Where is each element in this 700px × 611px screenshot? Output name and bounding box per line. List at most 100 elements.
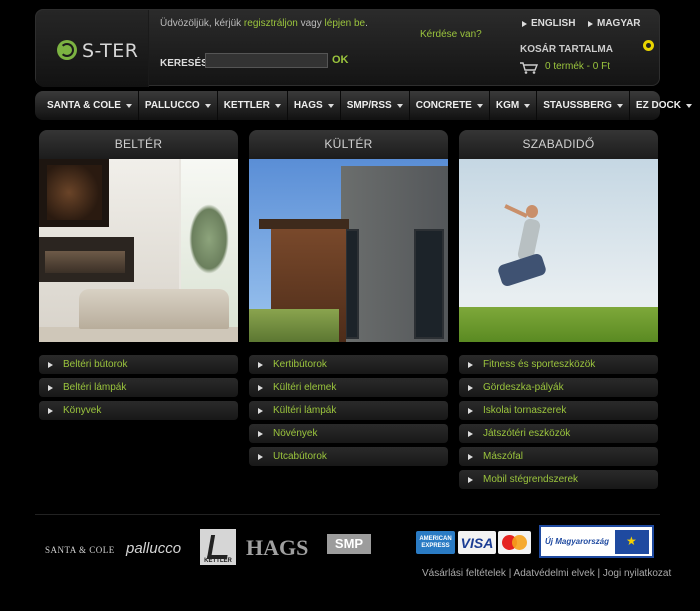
menu-item[interactable]: Játszótéri eszközök xyxy=(459,424,658,443)
brand-logo-smp[interactable]: SMP xyxy=(327,534,371,554)
nav-item-label: CONCRETE xyxy=(415,100,472,111)
register-link[interactable]: regisztráljon xyxy=(244,18,298,29)
cart-summary[interactable]: 0 termék - 0 Ft xyxy=(545,61,610,72)
category-leisure: SZABADIDŐ Fitness és sporteszközök Görde… xyxy=(459,130,658,489)
nav-item-kettler[interactable]: KETTLER xyxy=(218,91,288,120)
menu-item[interactable]: Könyvek xyxy=(39,401,238,420)
leisure-image[interactable] xyxy=(459,159,658,342)
brand-navigation: SANTA & COLE PALLUCCO KETTLER HAGS SMP/R… xyxy=(35,91,692,120)
logo-icon xyxy=(57,40,77,60)
category-title[interactable]: SZABADIDŐ xyxy=(459,130,658,159)
chevron-down-icon xyxy=(685,103,692,108)
arrow-right-icon xyxy=(258,361,263,368)
search-button[interactable]: OK xyxy=(332,54,349,66)
image-artwork xyxy=(39,159,109,227)
nav-item-concrete[interactable]: CONCRETE xyxy=(410,91,490,120)
image-pergola xyxy=(259,219,349,229)
menu-item[interactable]: Kültéri lámpák xyxy=(249,401,448,420)
nav-item-santa-cole[interactable]: SANTA & COLE xyxy=(41,91,139,120)
menu-item[interactable]: Beltéri bútorok xyxy=(39,355,238,374)
category-menu: Kertibútorok Kültéri elemek Kültéri lámp… xyxy=(249,355,448,470)
menu-item[interactable]: Kültéri elemek xyxy=(249,378,448,397)
nav-item-label: EZ DOCK xyxy=(635,100,681,111)
brand-logo-kettler-label: KETTLER xyxy=(204,558,232,564)
menu-item[interactable]: Fitness és sporteszközök xyxy=(459,355,658,374)
language-hungarian[interactable]: MAGYAR xyxy=(588,18,641,29)
image-head xyxy=(526,205,538,218)
cart-status-icon xyxy=(643,40,654,51)
menu-item[interactable]: Iskolai tornaszerek xyxy=(459,401,658,420)
menu-item[interactable]: Utcabútorok xyxy=(249,447,448,466)
menu-item-label: Gördeszka-pályák xyxy=(483,382,564,393)
nav-item-label: HAGS xyxy=(293,100,323,111)
menu-item-label: Beltéri lámpák xyxy=(63,382,127,393)
arrow-right-icon xyxy=(468,361,473,368)
eu-flag-icon xyxy=(615,530,649,554)
search-input[interactable] xyxy=(205,53,328,68)
arrow-right-icon xyxy=(48,407,53,414)
indoor-image[interactable] xyxy=(39,159,238,342)
nav-item-label: SANTA & COLE xyxy=(47,100,121,111)
chevron-down-icon xyxy=(616,103,623,108)
site-header: S-TER Üdvözöljük, kérjük regisztráljon v… xyxy=(35,9,660,87)
menu-item[interactable]: Gördeszka-pályák xyxy=(459,378,658,397)
category-outdoor: KÜLTÉR Kertibútorok Kültéri elemek Külté… xyxy=(249,130,448,466)
brand-logo-pallucco[interactable]: pallucco xyxy=(126,540,181,557)
nav-item-staussberg[interactable]: STAUSSBERG xyxy=(537,91,630,120)
arrow-right-icon xyxy=(48,361,53,368)
uj-magyarorszag-badge[interactable]: Új Magyarország xyxy=(539,525,654,558)
image-arm xyxy=(504,204,528,218)
menu-item-label: Iskolai tornaszerek xyxy=(483,405,567,416)
menu-item[interactable]: Beltéri lámpák xyxy=(39,378,238,397)
chevron-down-icon xyxy=(524,103,531,108)
menu-item-label: Kültéri lámpák xyxy=(273,405,337,416)
brand-logo-hags[interactable]: HAGS xyxy=(246,535,308,561)
logo[interactable]: S-TER xyxy=(36,10,149,87)
menu-item-label: Kertibútorok xyxy=(273,359,327,370)
nav-item-smp-rss[interactable]: SMP/RSS xyxy=(341,91,410,120)
language-hungarian-label: MAGYAR xyxy=(597,18,641,29)
welcome-suffix: . xyxy=(365,18,368,29)
menu-item-label: Mászófal xyxy=(483,451,524,462)
nav-item-label: KGM xyxy=(495,100,520,111)
image-legs xyxy=(496,252,548,288)
menu-item-label: Könyvek xyxy=(63,405,102,416)
brand-logo-santa-cole[interactable]: SANTA & COLE xyxy=(45,545,115,555)
nav-item-label: STAUSSBERG xyxy=(543,100,612,111)
legal-link[interactable]: Jogi nyilatkozat xyxy=(603,568,671,579)
nav-item-hags[interactable]: HAGS xyxy=(288,91,341,120)
menu-item-label: Beltéri bútorok xyxy=(63,359,128,370)
welcome-prefix: Üdvözöljük, kérjük xyxy=(160,18,244,29)
language-english[interactable]: ENGLISH xyxy=(522,18,575,29)
login-link[interactable]: lépjen be xyxy=(325,18,366,29)
nav-item-kgm[interactable]: KGM xyxy=(490,91,538,120)
menu-item[interactable]: Mobil stégrendszerek xyxy=(459,470,658,489)
mastercard-yellow-circle xyxy=(512,535,527,550)
privacy-link[interactable]: Adatvédelmi elvek xyxy=(514,568,595,579)
menu-item[interactable]: Növények xyxy=(249,424,448,443)
welcome-mid: vagy xyxy=(297,18,325,29)
nav-item-pallucco[interactable]: PALLUCCO xyxy=(139,91,218,120)
cart-icon[interactable] xyxy=(520,62,538,74)
nav-item-ez-dock[interactable]: EZ DOCK xyxy=(630,91,698,120)
uj-magyarorszag-label: Új Magyarország xyxy=(545,537,610,546)
footer-separator: | xyxy=(594,568,603,579)
nav-item-label: KETTLER xyxy=(223,100,270,111)
arrow-right-icon xyxy=(588,20,593,27)
image-floor xyxy=(39,327,238,342)
language-english-label: ENGLISH xyxy=(531,18,576,29)
question-link[interactable]: Kérdése van? xyxy=(420,29,482,40)
arrow-right-icon xyxy=(48,384,53,391)
category-title[interactable]: KÜLTÉR xyxy=(249,130,448,159)
menu-item-label: Fitness és sporteszközök xyxy=(483,359,596,370)
terms-link[interactable]: Vásárlási feltételek xyxy=(422,568,506,579)
menu-item[interactable]: Mászófal xyxy=(459,447,658,466)
category-indoor: BELTÉR Beltéri bútorok Beltéri lámpák Kö… xyxy=(39,130,238,420)
menu-item[interactable]: Kertibútorok xyxy=(249,355,448,374)
category-title[interactable]: BELTÉR xyxy=(39,130,238,159)
chevron-down-icon xyxy=(274,103,281,108)
menu-item-label: Játszótéri eszközök xyxy=(483,428,571,439)
chevron-down-icon xyxy=(204,103,211,108)
menu-item-label: Növények xyxy=(273,428,318,439)
outdoor-image[interactable] xyxy=(249,159,448,342)
